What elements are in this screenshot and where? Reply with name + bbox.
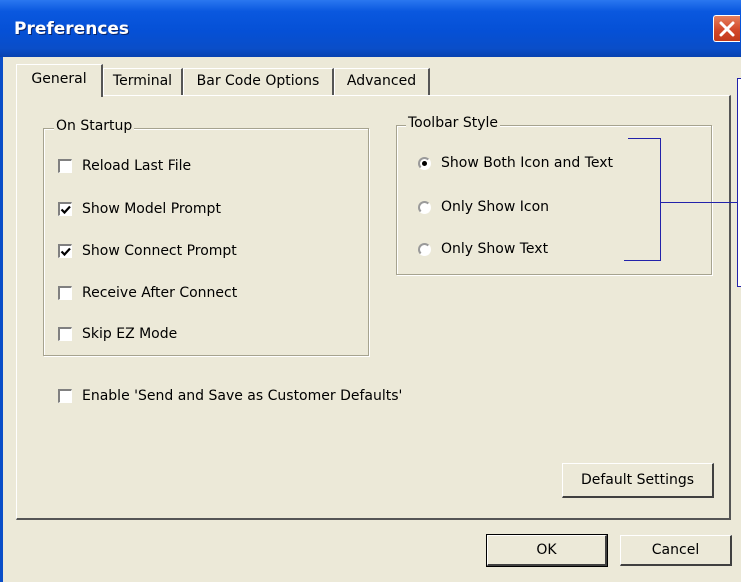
tab-terminal-label: Terminal [112,73,173,89]
only-icon-label: Only Show Icon [441,199,550,215]
enable-customer-defaults-label: Enable 'Send and Save as Customer Defaul… [82,388,403,404]
radio-only-icon[interactable]: Only Show Icon [418,196,549,218]
tab-advanced-label: Advanced [346,73,417,89]
only-icon-radio[interactable] [418,200,431,214]
skip-ez-mode-label: Skip EZ Mode [82,326,178,342]
annotation-callout-box [737,78,741,287]
show-both-radio[interactable] [418,156,431,170]
enable-customer-defaults-checkbox[interactable] [58,389,72,403]
checkbox-skip-ez-mode[interactable]: Skip EZ Mode [58,323,177,345]
toolbar-style-legend: Toolbar Style [406,115,501,131]
tab-bar-code-options[interactable]: Bar Code Options [183,68,334,95]
preferences-dialog: Preferences General Terminal Bar Code Op… [0,0,741,582]
show-model-prompt-label: Show Model Prompt [82,201,221,217]
radio-show-both[interactable]: Show Both Icon and Text [418,152,613,174]
reload-last-file-label: Reload Last File [82,158,192,174]
cancel-button[interactable]: Cancel [620,535,732,566]
title-bar[interactable]: Preferences [0,0,741,57]
radio-only-text[interactable]: Only Show Text [418,238,548,260]
checkbox-show-model-prompt[interactable]: Show Model Prompt [58,198,221,220]
annotation-connector [661,202,741,203]
tab-terminal[interactable]: Terminal [103,68,183,95]
tab-general-label: General [31,71,87,87]
reload-last-file-checkbox[interactable] [58,159,72,173]
window-border-left [0,57,3,582]
checkmark-icon [60,247,71,257]
only-text-label: Only Show Text [441,241,549,257]
annotation-bracket-top [628,138,661,139]
show-connect-prompt-checkbox[interactable] [58,244,72,258]
show-both-label: Show Both Icon and Text [441,155,614,171]
checkbox-reload-last-file[interactable]: Reload Last File [58,155,191,177]
annotation-bracket-bottom [624,260,661,261]
receive-after-connect-checkbox[interactable] [58,286,72,300]
default-settings-button[interactable]: Default Settings [562,463,714,498]
receive-after-connect-label: Receive After Connect [82,285,238,301]
close-icon [719,21,735,37]
checkmark-icon [60,205,71,215]
tab-bar-code-options-label: Bar Code Options [196,73,320,89]
skip-ez-mode-checkbox[interactable] [58,327,72,341]
show-connect-prompt-label: Show Connect Prompt [82,243,237,259]
checkbox-enable-customer-defaults[interactable]: Enable 'Send and Save as Customer Defaul… [58,385,402,407]
checkbox-receive-after-connect[interactable]: Receive After Connect [58,282,237,304]
ok-label: OK [536,542,557,558]
default-settings-label: Default Settings [580,472,695,488]
show-model-prompt-checkbox[interactable] [58,202,72,216]
only-text-radio[interactable] [418,242,431,256]
checkbox-show-connect-prompt[interactable]: Show Connect Prompt [58,240,237,262]
ok-button[interactable]: OK [486,534,608,567]
on-startup-legend: On Startup [54,118,135,134]
annotation-bracket-vertical [660,138,661,261]
window-title: Preferences [14,19,130,39]
tab-general[interactable]: General [16,64,103,97]
cancel-label: Cancel [651,542,700,558]
tab-advanced[interactable]: Advanced [334,68,430,95]
close-button[interactable] [713,15,740,42]
